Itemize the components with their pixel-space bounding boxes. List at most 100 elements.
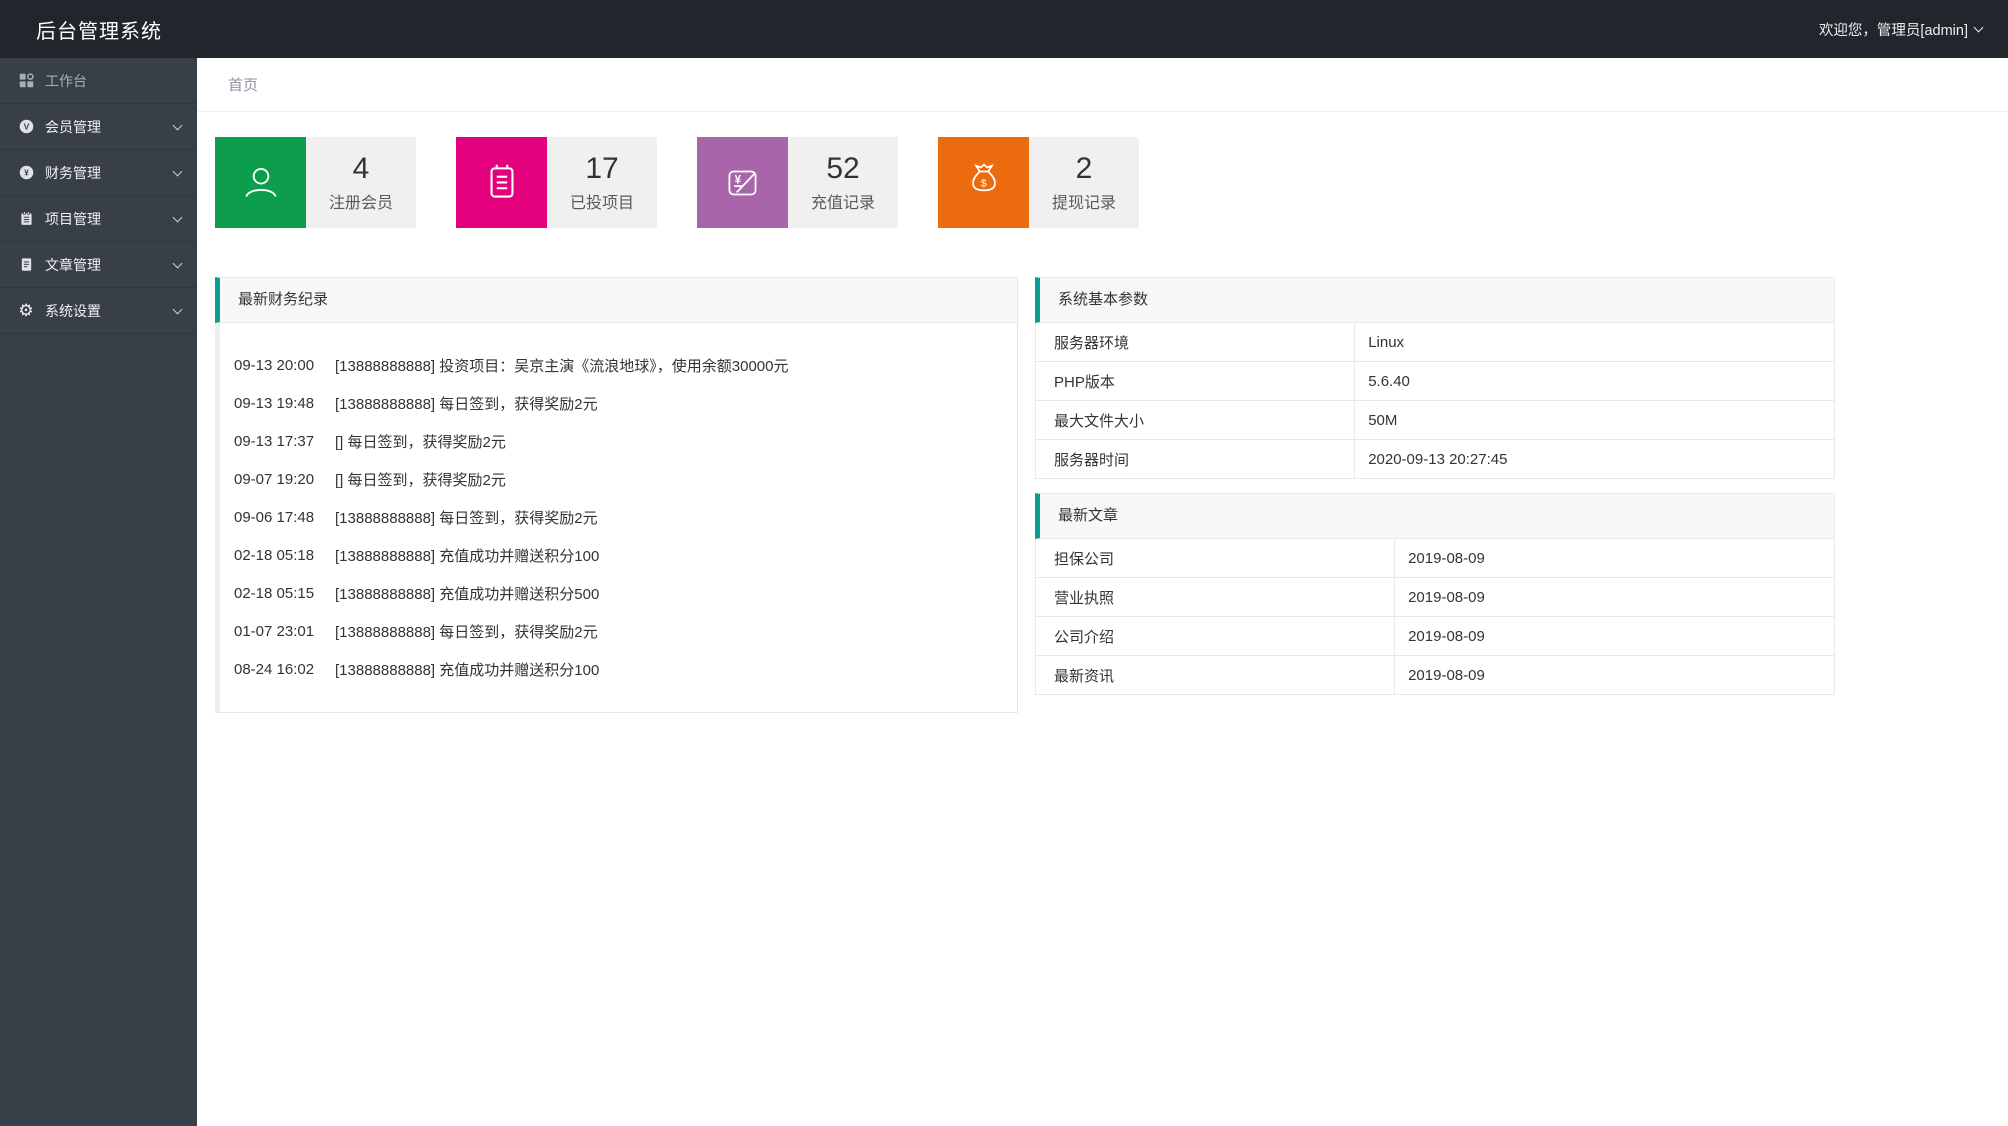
list-item: 09-07 19:20 [] 每日签到，获得奖励2元: [220, 460, 1017, 498]
latest-articles-table: 担保公司 2019-08-09 营业执照 2019-08-09 公司介绍 201…: [1035, 539, 1835, 695]
article-title[interactable]: 担保公司: [1036, 539, 1396, 577]
sidebar-item-label: 工作台: [45, 72, 87, 89]
article-date: 2019-08-09: [1408, 588, 1485, 606]
record-time: 01-07 23:01: [234, 622, 315, 640]
sidebar-item-label: 会员管理: [45, 118, 101, 135]
chevron-down-icon: [172, 212, 183, 222]
system-params-panel: 系统基本参数 服务器环境 Linux PHP版本 5.6.40 最大文件大小 5…: [1035, 277, 1835, 479]
param-label: 最大文件大小: [1036, 401, 1356, 439]
stat-card-text: 17 已投项目: [547, 137, 657, 228]
top-header: 后台管理系统 欢迎您，管理员[admin]: [0, 0, 2008, 58]
svg-text:¥: ¥: [24, 168, 29, 178]
article-title[interactable]: 营业执照: [1036, 578, 1396, 616]
sidebar-item-projects[interactable]: 项目管理: [0, 196, 197, 242]
article-date: 2019-08-09: [1408, 549, 1485, 567]
right-column: 系统基本参数 服务器环境 Linux PHP版本 5.6.40 最大文件大小 5…: [1035, 277, 1835, 695]
record-time: 09-13 20:00: [234, 356, 315, 374]
record-text: [13888888888] 每日签到，获得奖励2元: [335, 623, 598, 641]
moneybag-icon: $: [938, 137, 1029, 228]
param-label: PHP版本: [1036, 362, 1356, 400]
record-time: 02-18 05:18: [234, 546, 315, 564]
record-text: [] 每日签到，获得奖励2元: [335, 433, 506, 451]
sidebar-item-articles[interactable]: 文章管理: [0, 242, 197, 288]
table-row: 担保公司 2019-08-09: [1036, 539, 1834, 578]
stat-card-text: 2 提现记录: [1029, 137, 1139, 228]
record-text: [13888888888] 投资项目：吴京主演《流浪地球》，使用余额30000元: [335, 357, 789, 375]
project-icon: [17, 210, 35, 228]
param-label: 服务器环境: [1036, 323, 1356, 361]
stat-card-withdraw-records[interactable]: $ 2 提现记录: [938, 137, 1139, 228]
stat-cards-row: 4 注册会员 17 已投项目 ¥ 52 充值记录 $ 2 提现记录: [215, 137, 2008, 228]
stat-value: 52: [826, 151, 860, 185]
chevron-down-icon: [1973, 22, 1984, 32]
table-row: 服务器环境 Linux: [1036, 323, 1834, 362]
article-icon: [17, 256, 35, 274]
finance-records-panel: 最新财务纪录 09-13 20:00 [13888888888] 投资项目：吴京…: [215, 277, 1018, 713]
article-title[interactable]: 公司介绍: [1036, 617, 1396, 655]
param-label: 服务器时间: [1036, 440, 1356, 478]
finance-icon: ¥: [17, 164, 35, 182]
stat-label: 提现记录: [1051, 195, 1116, 213]
record-text: [13888888888] 每日签到，获得奖励2元: [335, 395, 598, 413]
table-row: 营业执照 2019-08-09: [1036, 578, 1834, 617]
list-item: 09-13 20:00 [13888888888] 投资项目：吴京主演《流浪地球…: [220, 346, 1017, 384]
record-text: [13888888888] 充值成功并赠送积分100: [335, 661, 600, 679]
stat-card-registered-members[interactable]: 4 注册会员: [215, 137, 416, 228]
param-value: Linux: [1368, 333, 1405, 351]
sidebar-item-workbench[interactable]: 工作台: [0, 58, 197, 104]
param-value: 2020-09-13 20:27:45: [1368, 450, 1508, 468]
record-time: 09-07 19:20: [234, 470, 315, 488]
finance-records-list: 09-13 20:00 [13888888888] 投资项目：吴京主演《流浪地球…: [215, 323, 1018, 713]
param-value: 50M: [1368, 411, 1398, 429]
breadcrumb-home-link[interactable]: 首页: [197, 74, 258, 95]
svg-text:V: V: [23, 122, 29, 132]
panels-row: 最新财务纪录 09-13 20:00 [13888888888] 投资项目：吴京…: [215, 277, 2008, 713]
sidebar-item-settings[interactable]: ⚙ 系统设置: [0, 288, 197, 334]
record-time: 09-06 17:48: [234, 508, 315, 526]
sidebar-item-label: 项目管理: [45, 210, 101, 227]
user-menu-label: 欢迎您，管理员[admin]: [1818, 22, 1968, 39]
recharge-icon: ¥: [697, 137, 788, 228]
latest-articles-panel: 最新文章 担保公司 2019-08-09 营业执照 2019-08-09 公司介…: [1035, 493, 1835, 695]
list-item: 09-13 17:37 [] 每日签到，获得奖励2元: [220, 422, 1017, 460]
article-title[interactable]: 最新资讯: [1036, 656, 1396, 694]
list-item: 08-24 16:02 [13888888888] 充值成功并赠送积分100: [220, 650, 1017, 688]
record-time: 08-24 16:02: [234, 660, 315, 678]
chevron-down-icon: [172, 166, 183, 176]
svg-text:$: $: [980, 178, 986, 189]
stat-card-invested-projects[interactable]: 17 已投项目: [456, 137, 657, 228]
stat-value: 17: [585, 151, 619, 185]
stat-card-text: 4 注册会员: [306, 137, 416, 228]
sidebar-item-finance[interactable]: ¥ 财务管理: [0, 150, 197, 196]
chevron-down-icon: [172, 120, 183, 130]
sidebar-item-members[interactable]: V 会员管理: [0, 104, 197, 150]
console-icon: [17, 72, 35, 90]
list-item: 01-07 23:01 [13888888888] 每日签到，获得奖励2元: [220, 612, 1017, 650]
stat-value: 4: [352, 151, 370, 185]
gear-icon: ⚙: [18, 301, 34, 320]
record-time: 02-18 05:15: [234, 584, 315, 602]
svg-text:¥: ¥: [734, 174, 741, 186]
sidebar-item-label: 财务管理: [45, 164, 101, 181]
panel-title: 最新文章: [1035, 493, 1835, 539]
panel-title: 最新财务纪录: [215, 277, 1018, 323]
main-content: 4 注册会员 17 已投项目 ¥ 52 充值记录 $ 2 提现记录 最新财务纪录…: [215, 137, 2008, 713]
list-item: 09-06 17:48 [13888888888] 每日签到，获得奖励2元: [220, 498, 1017, 536]
table-row: 公司介绍 2019-08-09: [1036, 617, 1834, 656]
app-title: 后台管理系统: [36, 20, 162, 43]
stat-label: 已投项目: [569, 195, 634, 213]
article-date: 2019-08-09: [1408, 666, 1485, 684]
user-menu[interactable]: 欢迎您，管理员[admin]: [1819, 19, 2008, 40]
system-params-table: 服务器环境 Linux PHP版本 5.6.40 最大文件大小 50M 服务器时…: [1035, 323, 1835, 479]
member-icon: V: [17, 118, 35, 136]
breadcrumb: 首页: [197, 58, 2008, 112]
stat-card-recharge-records[interactable]: ¥ 52 充值记录: [697, 137, 898, 228]
record-text: [] 每日签到，获得奖励2元: [335, 471, 506, 489]
record-text: [13888888888] 充值成功并赠送积分500: [335, 585, 600, 603]
stat-label: 注册会员: [328, 195, 393, 213]
table-row: 最大文件大小 50M: [1036, 401, 1834, 440]
table-row: 服务器时间 2020-09-13 20:27:45: [1036, 440, 1834, 479]
chevron-down-icon: [172, 304, 183, 314]
sidebar-item-label: 文章管理: [45, 256, 101, 273]
table-row: PHP版本 5.6.40: [1036, 362, 1834, 401]
